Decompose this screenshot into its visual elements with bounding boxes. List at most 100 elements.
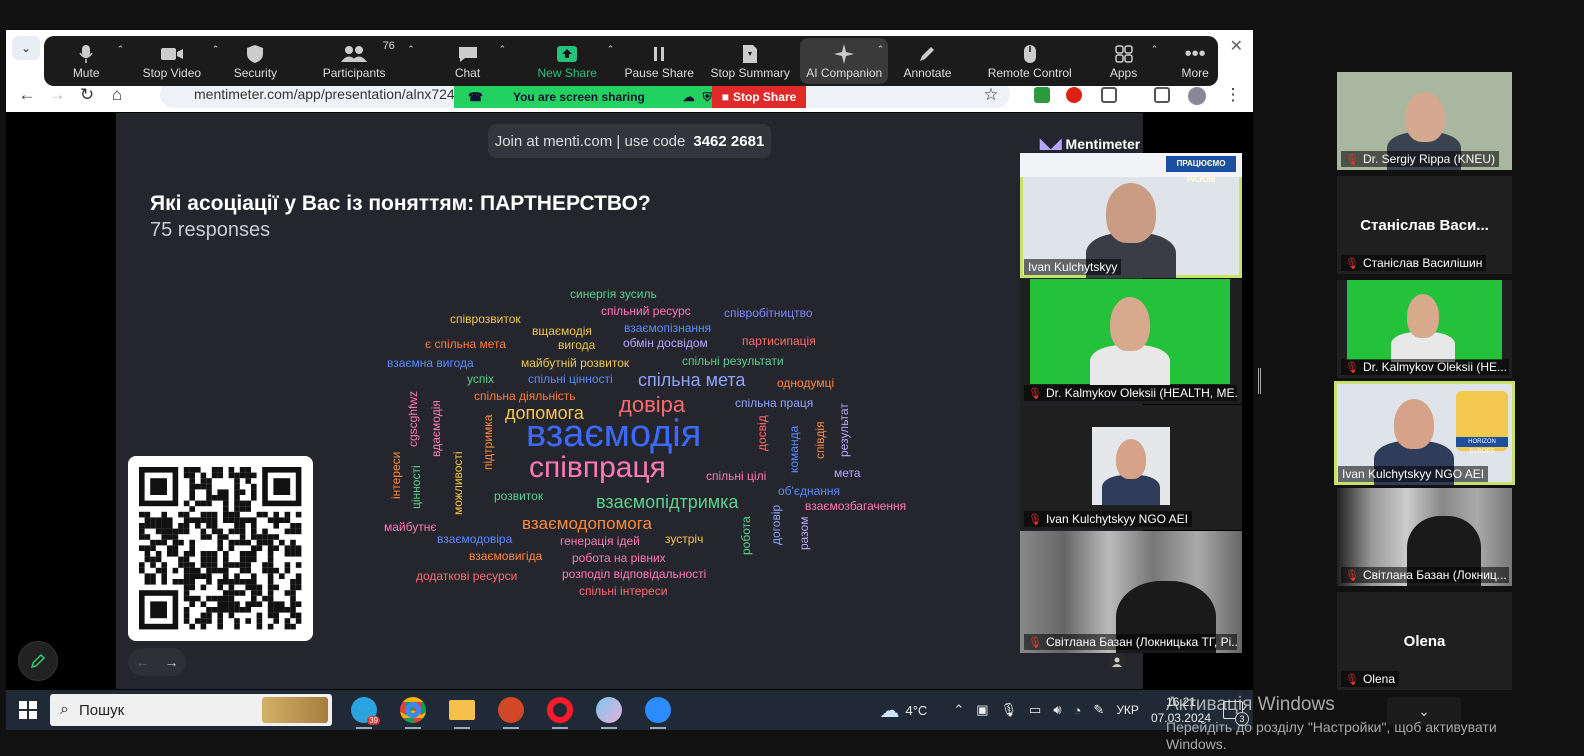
wifi-icon[interactable]: ◔ — [1074, 703, 1082, 718]
language-indicator[interactable]: УКР — [1116, 703, 1139, 717]
gallery-tile-ivan-ngo[interactable]: HORIZON EUROPE Ivan Kulchytskyy NGO AEI — [1334, 381, 1515, 485]
close-icon[interactable]: ✕ — [1230, 36, 1243, 56]
weather-cloud-icon[interactable]: ☁ — [880, 698, 900, 723]
chat-button[interactable]: Chat ⌃ — [443, 38, 506, 84]
tile-name: 🎙︎ Dr. Kalmykov Oleksii (HEALTH, ME... — [1024, 385, 1238, 401]
mentimeter-slide: Join at menti.com | use code 3462 2681 ◣… — [116, 113, 1143, 689]
chevron-up-icon[interactable]: ⌃ — [607, 44, 615, 55]
video-tile-ivan-ngo-main[interactable]: 🎙︎ Ivan Kulchytskyy NGO AEI — [1020, 405, 1242, 530]
file-explorer-app[interactable] — [440, 690, 484, 730]
opera-extension-icon[interactable] — [1066, 87, 1082, 103]
tile-name: Ivan Kulchytskyy NGO AEI — [1338, 466, 1489, 482]
telegram-app[interactable]: 39 — [342, 690, 386, 730]
more-button[interactable]: ••• More — [1172, 38, 1218, 84]
video-tile-svitlana-main[interactable]: 🎙︎ Світлана Базан (Локницька ТГ, Рі... — [1020, 531, 1242, 653]
word-cloud-word-vertical: разом — [797, 516, 811, 550]
zoom-app[interactable] — [636, 690, 680, 730]
windows-taskbar: ⌕ Пошук 39 ☁ 4°C ⌃ ▣ 🎙︎ ▭ 🔊︎ ◔ ✎ УКР 16:… — [6, 690, 1253, 730]
chevron-up-icon[interactable]: ⌃ — [1151, 44, 1159, 55]
person-icon[interactable] — [1108, 653, 1126, 671]
profile-avatar[interactable] — [1188, 87, 1206, 105]
extension-icon[interactable] — [1034, 87, 1050, 103]
more-label: More — [1181, 66, 1209, 80]
stop-summary-button[interactable]: Stop Summary — [706, 38, 794, 84]
chevron-up-icon[interactable]: ⌃ — [877, 44, 885, 55]
video-tile-ivan-kulchytskyy[interactable]: ПРАЦЮЄМО РАЗОМ Ivan Kulchytskyy — [1020, 153, 1242, 278]
watermark-message: Перейдіть до розділу "Настройки", щоб ак… — [1166, 718, 1497, 735]
back-arrow-icon[interactable]: ← — [12, 80, 42, 110]
participants-button[interactable]: Participants 76 ⌃ — [315, 38, 415, 84]
security-button[interactable]: Security — [221, 38, 289, 84]
prev-slide-icon[interactable]: ← — [136, 654, 150, 670]
camera-icon[interactable]: ▣ — [976, 702, 988, 718]
pause-share-button[interactable]: Pause Share — [620, 38, 698, 84]
participants-count: 76 — [382, 40, 395, 52]
word-cloud-word-vertical: підтримка — [481, 414, 495, 470]
stop-share-button[interactable]: ■ Stop Share — [712, 86, 806, 108]
word-cloud-word: співрозвиток — [450, 312, 521, 326]
word-cloud-word: спільна діяльність — [474, 389, 576, 403]
sidebar-icon[interactable] — [1154, 87, 1170, 103]
powerpoint-app[interactable] — [489, 690, 533, 730]
gallery-tile-kalmykov[interactable]: 🎙︎ Dr. Kalmykov Oleksii (HE... — [1337, 280, 1512, 378]
join-instructions: Join at menti.com | use code 3462 2681 — [488, 124, 771, 158]
chat-bubble-icon — [457, 42, 479, 66]
gallery-tile-olena[interactable]: Olena 🎙︎ Olena — [1337, 592, 1512, 690]
windows-logo-icon — [19, 701, 37, 719]
annotate-button[interactable]: Annotate — [896, 38, 958, 84]
opera-app[interactable] — [538, 690, 582, 730]
word-cloud-word: спільна мета — [638, 370, 746, 390]
next-slide-icon[interactable]: → — [165, 654, 179, 670]
mentimeter-logo: ◣◢ Mentimeter — [1040, 135, 1140, 152]
word-cloud-word: спільний ресурс — [601, 304, 691, 318]
word-cloud-word-vertical: цінності — [409, 465, 423, 509]
annotation-pencil-button[interactable] — [18, 641, 58, 681]
chevron-up-icon[interactable]: ⌃ — [499, 44, 507, 55]
paint-app[interactable] — [587, 690, 631, 730]
volume-icon[interactable]: 🔊︎ — [1053, 702, 1061, 718]
ai-companion-label: AI Companion — [806, 66, 883, 80]
watermark-title: Активація Windows — [1166, 694, 1335, 715]
apps-button[interactable]: Apps ⌃ — [1101, 38, 1159, 84]
shield-check-icon: ⛨ — [702, 89, 712, 104]
puzzle-icon[interactable] — [1101, 87, 1117, 103]
tile-name: 🎙︎ Olena — [1341, 671, 1399, 687]
taskbar-search[interactable]: ⌕ Пошук — [50, 694, 332, 726]
summary-doc-icon — [741, 42, 759, 66]
weather-temp[interactable]: 4°C — [906, 703, 928, 718]
word-cloud-word: обмін досвідом — [623, 336, 708, 350]
resize-handle[interactable] — [1258, 368, 1261, 394]
pen-icon[interactable]: ✎ — [1093, 702, 1104, 718]
zoom-meeting-toolbar: Mute ⌃ Stop Video ⌃ Security Participant… — [44, 36, 1218, 86]
chevron-down-icon[interactable]: ⌄ — [12, 36, 40, 60]
word-cloud-word: майбутній розвиток — [521, 356, 630, 370]
word-cloud-word: партисипація — [742, 334, 816, 348]
microphone-icon[interactable]: 🎙︎ — [1001, 702, 1018, 718]
word-cloud-word: вигода — [558, 338, 596, 352]
gallery-tile-sergiy-rippa[interactable]: 🎙︎ Dr. Sergiy Rippa (KNEU) — [1337, 72, 1512, 170]
word-cloud-word: успіх — [467, 372, 495, 386]
word-cloud-word: взаємодія — [526, 413, 702, 455]
chevron-up-icon[interactable]: ⌃ — [953, 702, 964, 718]
windows-start-button[interactable] — [6, 690, 50, 730]
horizon-europe-badge: HORIZON EUROPE — [1456, 437, 1508, 455]
chevron-up-icon[interactable]: ⌃ — [212, 44, 220, 55]
video-tile-kalmykov-main[interactable]: 🎙︎ Dr. Kalmykov Oleksii (HEALTH, ME... — [1020, 279, 1242, 404]
battery-icon[interactable]: ▭ — [1029, 702, 1041, 718]
mute-button[interactable]: Mute ⌃ — [54, 38, 125, 84]
gallery-tile-stanislav[interactable]: Станіслав Васи... 🎙︎ Станіслав Василішин — [1337, 176, 1512, 274]
word-cloud-word: спільні інтереси — [579, 584, 668, 598]
chrome-app[interactable] — [391, 690, 435, 730]
tile-name: 🎙︎ Світлана Базан (Локниц... — [1341, 567, 1509, 583]
ai-companion-button[interactable]: AI Companion ⌃ — [800, 38, 889, 84]
kebab-menu-icon[interactable]: ⋮ — [1218, 80, 1248, 110]
word-cloud-word: мета — [834, 466, 861, 480]
gallery-tile-svitlana[interactable]: 🎙︎ Світлана Базан (Локниц... — [1337, 488, 1512, 586]
stop-video-button[interactable]: Stop Video ⌃ — [130, 38, 220, 84]
chevron-up-icon[interactable]: ⌃ — [117, 44, 125, 55]
new-share-button[interactable]: New Share ⌃ — [534, 38, 615, 84]
chevron-up-icon[interactable]: ⌃ — [407, 44, 415, 55]
sharing-status[interactable]: ☎ You are screen sharing ☁ ⛨ — [454, 86, 712, 108]
word-cloud-word-vertical: cgscghfwz — [406, 390, 420, 447]
remote-control-button[interactable]: Remote Control — [983, 38, 1077, 84]
